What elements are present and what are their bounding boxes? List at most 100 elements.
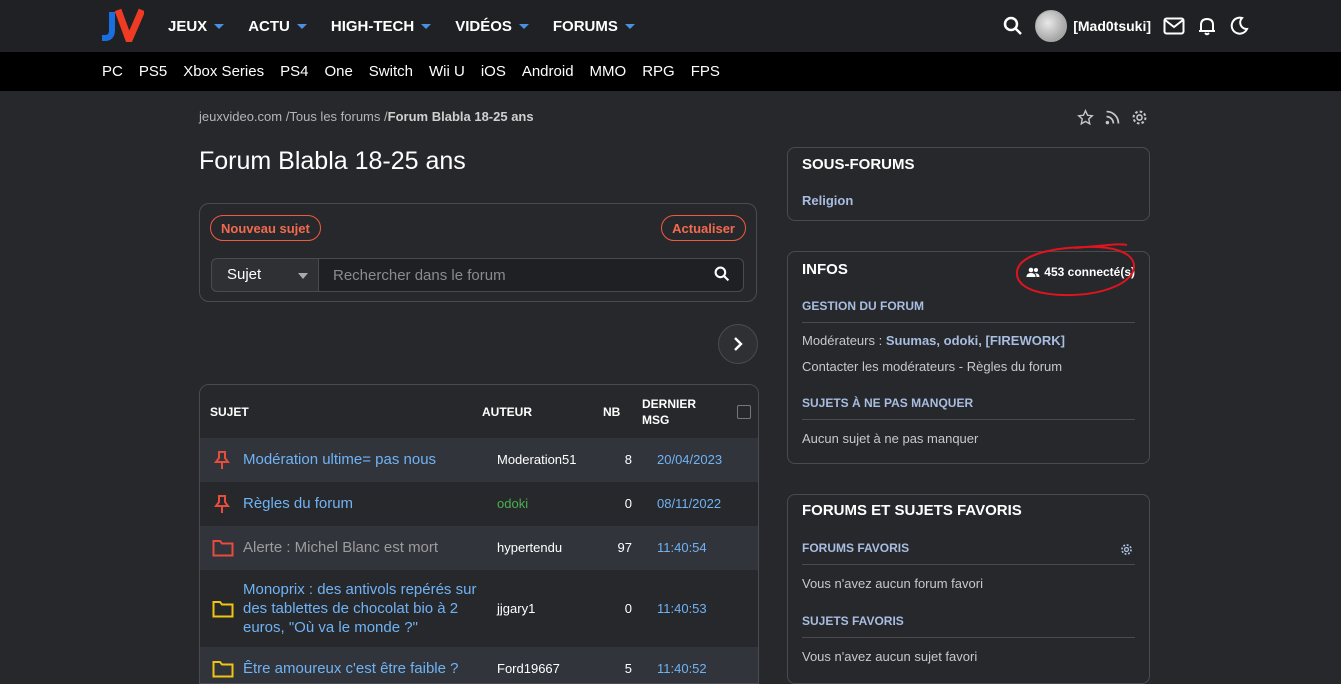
platform-link[interactable]: PS4: [280, 63, 308, 80]
topic-author[interactable]: odoki: [497, 496, 528, 511]
topic-title[interactable]: Règles du forum: [243, 494, 488, 513]
search-icon[interactable]: [1003, 16, 1023, 36]
platform-link[interactable]: Wii U: [429, 63, 465, 80]
pin-icon: [214, 495, 230, 513]
gestion-title: GESTION DU FORUM: [802, 299, 924, 313]
nav-forums[interactable]: FORUMS: [553, 18, 635, 35]
search-input[interactable]: [319, 258, 744, 292]
must-read-title: SUJETS À NE PAS MANQUER: [802, 396, 974, 410]
subforums-title: SOUS-FORUMS: [802, 156, 915, 173]
gear-icon[interactable]: [1131, 109, 1148, 126]
chevron-down-icon: [624, 23, 635, 29]
table-header: SUJET AUTEUR NB DERNIER MSG: [200, 385, 758, 438]
table-row[interactable]: Alerte : Michel Blanc est mort hypertend…: [200, 526, 758, 570]
topic-count: 0: [624, 496, 632, 511]
subforum-link[interactable]: Religion: [802, 193, 853, 208]
topic-table: SUJET AUTEUR NB DERNIER MSG Modération u…: [199, 384, 759, 684]
chevron-right-icon: [734, 337, 743, 351]
chevron-down-icon: [298, 273, 308, 279]
favorite-forums-title: FORUMS FAVORIS: [802, 541, 910, 555]
infos-title: INFOS: [802, 261, 848, 278]
topic-author[interactable]: jjgary1: [497, 601, 535, 616]
topic-author[interactable]: hypertendu: [497, 540, 562, 555]
platform-link[interactable]: Switch: [369, 63, 413, 80]
chevron-down-icon: [214, 23, 225, 29]
nav-actu[interactable]: ACTU: [248, 18, 307, 35]
contact-link[interactable]: Contacter les modérateurs - Règles du fo…: [802, 359, 1062, 374]
col-author: AUTEUR: [482, 405, 532, 419]
favorite-topics-empty: Vous n'avez aucun sujet favori: [802, 649, 978, 664]
topic-count: 97: [617, 540, 632, 555]
table-row[interactable]: Être amoureux c'est être faible ? Ford19…: [200, 647, 758, 683]
users-icon: [1026, 267, 1040, 277]
platform-link[interactable]: RPG: [642, 63, 675, 80]
moon-icon[interactable]: [1229, 16, 1249, 36]
folder-icon: [212, 601, 234, 618]
favorites-title: FORUMS ET SUJETS FAVORIS: [802, 502, 1022, 519]
nav-videos[interactable]: VIDÉOS: [455, 18, 529, 35]
folder-icon: [212, 661, 234, 678]
nav-label: ACTU: [248, 17, 290, 35]
forum-actions: [1077, 109, 1148, 126]
search-icon[interactable]: [714, 266, 730, 282]
table-row[interactable]: Règles du forum odoki 0 08/11/2022: [200, 482, 758, 526]
select-all-checkbox[interactable]: [737, 405, 751, 419]
topic-last-msg[interactable]: 11:40:53: [657, 601, 707, 616]
topic-title[interactable]: Alerte : Michel Blanc est mort: [243, 538, 488, 557]
topic-count: 0: [624, 601, 632, 616]
chevron-down-icon: [296, 23, 307, 29]
user-area: [Mad0tsuki]: [1003, 0, 1249, 52]
topic-title[interactable]: Monoprix : des antivols repérés sur des …: [243, 580, 488, 637]
refresh-button[interactable]: Actualiser: [661, 215, 746, 241]
username[interactable]: [Mad0tsuki]: [1073, 18, 1151, 34]
nav-jeux[interactable]: JEUX: [168, 18, 225, 35]
must-read-empty: Aucun sujet à ne pas manquer: [802, 431, 979, 446]
gear-icon[interactable]: [1120, 543, 1133, 556]
breadcrumb-site[interactable]: jeuxvideo.com: [199, 109, 282, 124]
topic-last-msg[interactable]: 20/04/2023: [657, 452, 722, 467]
col-nb: NB: [603, 405, 621, 419]
new-topic-button[interactable]: Nouveau sujet: [210, 215, 321, 241]
search-type-select[interactable]: Sujet: [211, 258, 319, 292]
platform-list: PC PS5 Xbox Series PS4 One Switch Wii U …: [102, 52, 736, 91]
topic-title[interactable]: Modération ultime= pas nous: [243, 450, 488, 469]
table-row[interactable]: Monoprix : des antivols repérés sur des …: [200, 570, 758, 647]
platform-bar: PC PS5 Xbox Series PS4 One Switch Wii U …: [0, 52, 1341, 91]
platform-link[interactable]: FPS: [691, 63, 720, 80]
platform-link[interactable]: Android: [522, 63, 574, 80]
topic-last-msg[interactable]: 11:40:54: [657, 540, 707, 555]
moderators-list[interactable]: Suumas, odoki, [FIREWORK]: [886, 333, 1065, 348]
table-row[interactable]: Modération ultime= pas nous Moderation51…: [200, 438, 758, 482]
star-icon[interactable]: [1077, 109, 1094, 126]
col-last-line2: MSG: [642, 413, 670, 427]
favorite-topics-title: SUJETS FAVORIS: [802, 614, 904, 628]
platform-link[interactable]: iOS: [481, 63, 506, 80]
platform-link[interactable]: MMO: [590, 63, 627, 80]
nav-label: FORUMS: [552, 17, 618, 35]
next-page-button[interactable]: [718, 324, 758, 364]
nav-high-tech[interactable]: HIGH-TECH: [330, 17, 432, 35]
col-last-line1: DERNIER: [642, 397, 697, 411]
mail-icon[interactable]: [1163, 17, 1185, 35]
platform-link[interactable]: PS5: [139, 63, 167, 80]
nav-label: HIGH-TECH: [330, 17, 415, 35]
folder-icon: [212, 540, 234, 557]
breadcrumb-all-forums[interactable]: Tous les forums: [289, 109, 380, 124]
main-nav: JEUX ACTU HIGH-TECH VIDÉOS FORUMS: [168, 0, 659, 52]
divider: [802, 564, 1135, 565]
platform-link[interactable]: PC: [102, 63, 123, 80]
topic-author[interactable]: Moderation51: [497, 452, 577, 467]
jv-logo[interactable]: [100, 8, 144, 42]
chevron-down-icon: [421, 23, 432, 29]
platform-link[interactable]: One: [324, 63, 352, 80]
avatar[interactable]: [1035, 10, 1068, 42]
breadcrumb: jeuxvideo.com /Tous les forums /Forum Bl…: [199, 109, 534, 124]
connected-count: 453 connecté(s): [1026, 265, 1135, 279]
search-type-value: Sujet: [227, 266, 262, 283]
chevron-down-icon: [518, 23, 529, 29]
topic-toolbar: Nouveau sujet Actualiser Sujet: [199, 203, 757, 302]
topic-last-msg[interactable]: 08/11/2022: [657, 496, 721, 511]
platform-link[interactable]: Xbox Series: [183, 63, 264, 80]
rss-icon[interactable]: [1104, 109, 1121, 126]
bell-icon[interactable]: [1197, 16, 1217, 36]
